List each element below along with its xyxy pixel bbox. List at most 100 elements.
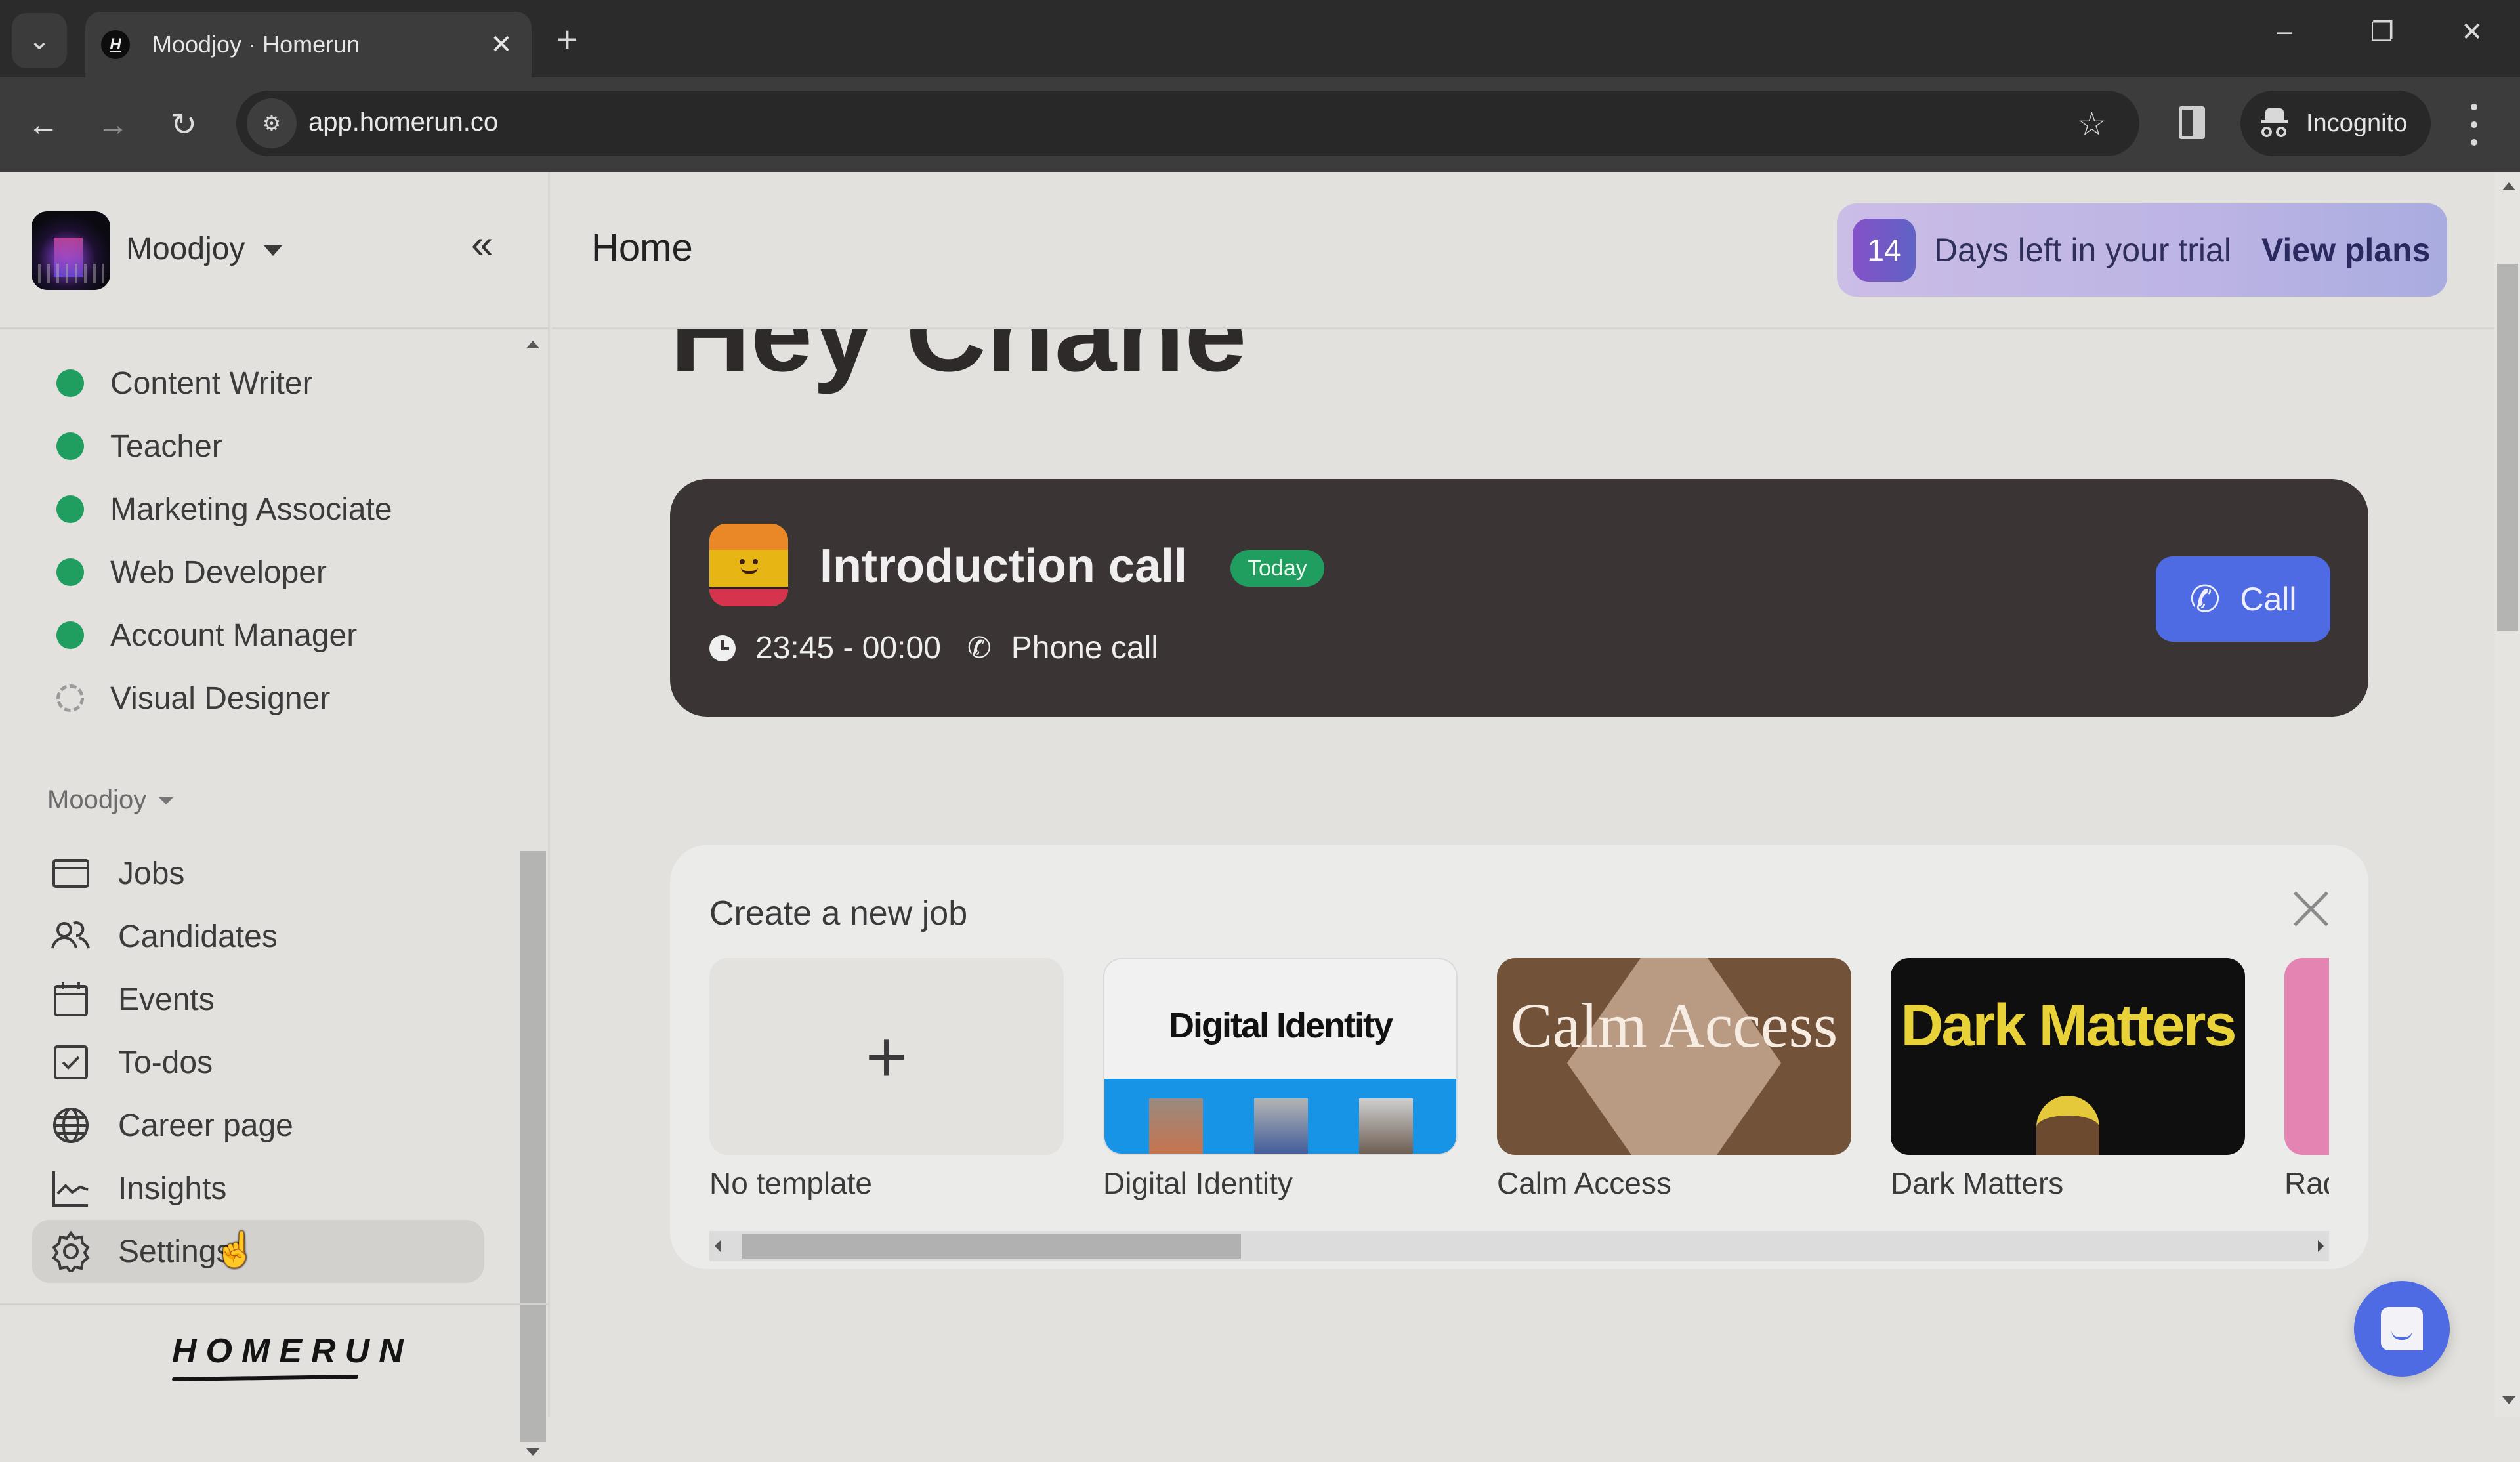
template-thumbnail: Dark Matters: [1891, 958, 2245, 1155]
call-label: Call: [2240, 581, 2297, 617]
restore-icon[interactable]: ❐: [2370, 17, 2394, 47]
candidates-icon: [50, 915, 92, 957]
tab-search-button[interactable]: ⌄: [12, 13, 67, 68]
template-thumbnail: Digital Identity: [1103, 958, 1458, 1155]
template-rad[interactable]: Rad: [2284, 958, 2329, 1201]
scroll-up-icon[interactable]: [526, 341, 539, 348]
sidebar-job-content-writer[interactable]: Content Writer: [56, 360, 313, 406]
jobs-icon: [50, 852, 92, 894]
scroll-down-icon[interactable]: [526, 1448, 539, 1456]
template-calm-access[interactable]: Calm Access Calm Access: [1497, 958, 1851, 1201]
homerun-favicon-icon: H: [101, 30, 130, 59]
sidebar-job-teacher[interactable]: Teacher: [56, 423, 222, 469]
template-label: Digital Identity: [1103, 1166, 1293, 1200]
sidebar-item-jobs[interactable]: Jobs: [32, 842, 484, 905]
side-panel-icon[interactable]: [2179, 106, 2205, 139]
minimize-icon[interactable]: –: [2277, 17, 2292, 47]
scroll-up-icon[interactable]: [2502, 182, 2515, 190]
calendar-icon: [50, 978, 92, 1020]
back-icon[interactable]: ←: [22, 104, 64, 146]
page-title: Home: [591, 226, 693, 269]
reload-icon[interactable]: ↻: [163, 104, 205, 146]
address-bar[interactable]: ⚙ app.homerun.co ☆: [236, 91, 2139, 156]
chevron-down-icon: ⌄: [28, 26, 51, 55]
template-scrollbar-thumb[interactable]: [742, 1234, 1241, 1259]
template-dark-matters[interactable]: Dark Matters Dark Matters: [1891, 958, 2245, 1201]
draft-status-icon: [56, 684, 84, 712]
scroll-left-icon[interactable]: [715, 1240, 721, 1252]
job-label: Account Manager: [110, 617, 358, 653]
template-digital-identity[interactable]: Digital Identity Digital Identity: [1103, 958, 1458, 1201]
section-label: Moodjoy: [47, 785, 147, 814]
caret-down-icon[interactable]: [264, 245, 282, 256]
main-scrollbar-thumb[interactable]: [2497, 264, 2518, 631]
nav-label: To-dos: [118, 1045, 213, 1080]
homerun-app: Moodjoy « Content Writer Teacher Marketi…: [0, 172, 2520, 1456]
sidebar-item-events[interactable]: Events: [32, 968, 484, 1031]
support-chat-button[interactable]: [2354, 1281, 2450, 1377]
caret-down-icon: [158, 796, 175, 804]
sidebar-job-web-developer[interactable]: Web Developer: [56, 549, 327, 595]
trial-banner[interactable]: 14 Days left in your trial View plans: [1837, 203, 2447, 297]
gear-icon: [50, 1230, 92, 1272]
sidebar-item-settings[interactable]: Settings: [32, 1220, 484, 1283]
close-window-icon[interactable]: ✕: [2461, 17, 2483, 47]
template-no-template[interactable]: + No template: [709, 958, 1064, 1201]
chart-icon: [50, 1167, 92, 1209]
published-status-icon: [56, 495, 84, 523]
call-button[interactable]: ✆ Call: [2156, 556, 2330, 642]
template-label: Dark Matters: [1891, 1166, 2064, 1200]
create-job-title: Create a new job: [709, 894, 968, 932]
event-time: 23:45 - 00:00: [755, 631, 941, 665]
browser-tab[interactable]: H Moodjoy · Homerun ✕: [85, 12, 532, 77]
org-avatar[interactable]: [32, 211, 110, 290]
bookmark-star-icon[interactable]: ☆: [2077, 105, 2107, 143]
url-text[interactable]: app.homerun.co: [308, 108, 498, 137]
template-thumbnail: [2284, 958, 2329, 1155]
main-content: Hey Chane Home 14 Days left in your tria…: [552, 172, 2520, 1417]
nav-label: Candidates: [118, 919, 278, 954]
org-section-toggle[interactable]: Moodjoy: [47, 785, 175, 815]
org-switcher[interactable]: Moodjoy: [126, 231, 245, 267]
sidebar-job-marketing-associate[interactable]: Marketing Associate: [56, 486, 392, 532]
sidebar-job-account-manager[interactable]: Account Manager: [56, 612, 357, 658]
close-tab-icon[interactable]: ✕: [487, 30, 516, 60]
clock-icon: [709, 635, 736, 661]
trial-text: Days left in your trial: [1934, 232, 2231, 268]
main-scrollbar[interactable]: [2494, 172, 2520, 1417]
incognito-badge[interactable]: Incognito: [2240, 91, 2431, 156]
collapse-sidebar-icon[interactable]: «: [471, 224, 494, 264]
scroll-right-icon[interactable]: [2318, 1240, 2324, 1252]
template-thumbnail: Calm Access: [1497, 958, 1851, 1155]
sidebar: Moodjoy « Content Writer Teacher Marketi…: [0, 172, 550, 1456]
forward-icon[interactable]: →: [92, 104, 134, 146]
sidebar-item-candidates[interactable]: Candidates: [32, 905, 484, 968]
phone-icon: ✆: [967, 632, 992, 664]
thumbnail-text: Calm Access: [1510, 990, 1838, 1060]
template-label: Calm Access: [1497, 1166, 1671, 1200]
nav-label: Insights: [118, 1171, 227, 1206]
template-carousel: + No template Digital Identity Digital I…: [709, 958, 2329, 1221]
published-status-icon: [56, 558, 84, 586]
browser-menu-icon[interactable]: [2468, 104, 2481, 146]
event-title: Introduction call: [820, 540, 1188, 593]
org-header: Moodjoy «: [0, 172, 550, 329]
browser-toolbar: ← → ↻ ⚙ app.homerun.co ☆ Incognito: [0, 77, 2520, 172]
sidebar-item-career-page[interactable]: Career page: [32, 1094, 484, 1157]
thumbnail-text: Digital Identity: [1168, 1006, 1393, 1045]
event-type: Phone call: [1011, 631, 1158, 665]
nav-label: Career page: [118, 1108, 293, 1143]
template-label: No template: [709, 1166, 873, 1200]
sidebar-scroll-area: Content Writer Teacher Marketing Associa…: [0, 331, 550, 1462]
close-icon[interactable]: [2288, 886, 2334, 932]
new-tab-button[interactable]: +: [556, 20, 578, 59]
sidebar-item-insights[interactable]: Insights: [32, 1157, 484, 1220]
view-plans-link[interactable]: View plans: [2261, 231, 2431, 269]
template-scrollbar[interactable]: [709, 1231, 2329, 1261]
sidebar-job-visual-designer[interactable]: Visual Designer: [56, 675, 330, 721]
upcoming-event-card[interactable]: Introduction call Today 23:45 - 00:00 ✆ …: [670, 479, 2368, 717]
sidebar-item-todos[interactable]: To-dos: [32, 1031, 484, 1094]
scroll-down-icon[interactable]: [2502, 1396, 2515, 1404]
pointer-cursor-icon: ☝: [214, 1231, 257, 1269]
site-info-icon[interactable]: ⚙: [247, 98, 297, 148]
